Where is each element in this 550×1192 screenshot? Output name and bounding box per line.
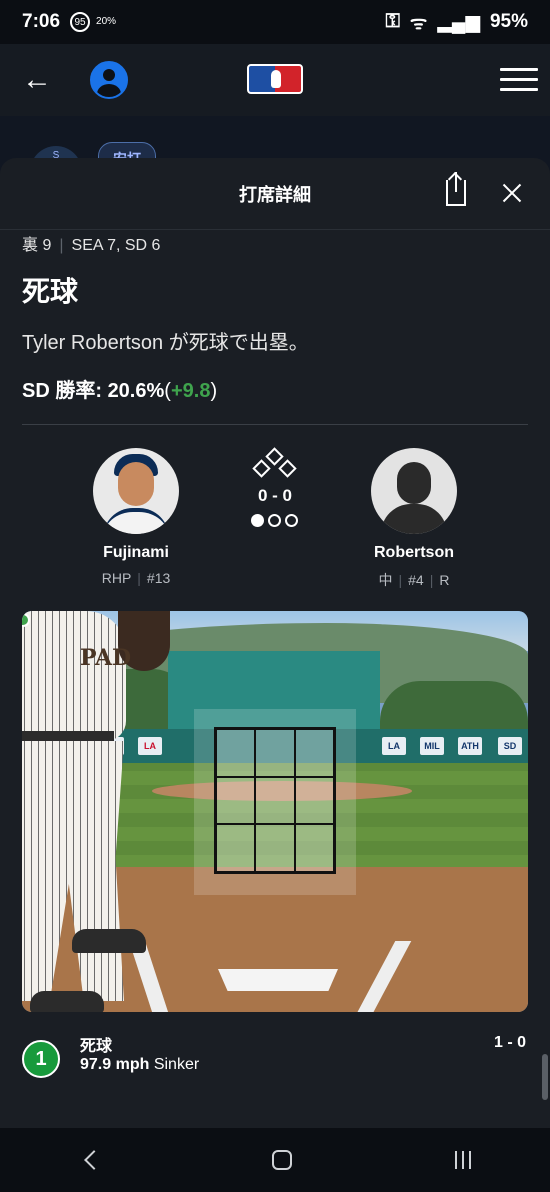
wifi-icon: ᯤ [409,13,428,34]
share-icon[interactable] [446,172,466,206]
pitch-list-item[interactable]: 1 死球 97.9 mph Sinker 1 - 0 [22,1032,528,1082]
divider [22,424,528,425]
wall-ad: SD [498,737,522,755]
nav-home-icon[interactable] [267,1145,297,1175]
win-prob-label: SD 勝率: [22,380,102,402]
app-bar: ← [0,44,550,116]
batter-meta: 中 | #4 | R [378,572,450,588]
pitch-result: 死球 [80,1038,113,1055]
pitch-type: Sinker [153,1056,200,1073]
pitch-count: 1 - 0 [493,1034,526,1051]
status-bar: 7:06 95 20% ⚿ ᯤ ▂▄▆ 95% [0,0,550,44]
menu-icon[interactable] [500,68,538,98]
out-dot [285,514,298,527]
key-icon: ⚿ [385,11,400,32]
nav-recents-icon[interactable] [455,1151,471,1169]
pitcher-name: Fujinami [103,544,169,561]
score-label: SEA 7, SD 6 [71,237,161,254]
battery-text: 95% [489,11,528,32]
out-dot [251,514,264,527]
strike-zone-grid [214,727,336,874]
base-diamond-icon [252,447,298,480]
inning-label: 裏 9 [22,237,52,254]
batter-avatar[interactable] [371,448,457,534]
status-time: 7:06 [22,11,61,32]
play-result: 死球 [22,276,79,307]
out-dot [268,514,281,527]
nav-back-icon[interactable] [79,1145,109,1175]
at-bat-detail-sheet: 打席詳細 裏 9 | SEA 7, SD 6 死球 Tyler Robertson … [0,158,550,1128]
win-probability: SD 勝率: 20.6%(+9.8) [22,380,218,402]
scrollbar[interactable] [542,1054,548,1100]
pitch-visualization[interactable]: KC LA LA MIL ATH SD PAD [22,611,528,1012]
outs-indicator [251,514,298,527]
system-nav-bar [0,1128,550,1192]
win-prob-value: 20.6% [107,380,165,402]
jersey-letters: PAD [80,645,132,671]
wall-ad: LA [382,737,406,755]
sheet-header: 打席詳細 [0,158,550,230]
batter-name: Robertson [374,544,454,561]
mlb-logo[interactable] [247,64,303,94]
back-arrow-icon[interactable]: ← [22,63,52,97]
close-icon[interactable] [502,183,522,203]
signal-icon: ▂▄▆ [437,11,480,33]
pitch-number-badge: 1 [22,1040,60,1078]
account-icon[interactable] [90,61,128,99]
pitcher-avatar[interactable] [93,448,179,534]
play-description: Tyler Robertson が死球で出塁。 [22,332,309,354]
win-prob-delta: +9.8 [170,380,211,402]
status-right: ⚿ ᯤ ▂▄▆ 95% [385,9,528,35]
sheet-title: 打席詳細 [239,184,311,205]
pitch-speed: 97.9 mph [80,1056,150,1073]
pitch-detail: 97.9 mph Sinker [80,1056,199,1074]
inning-score: 裏 9 | SEA 7, SD 6 [22,237,161,254]
weather-indicator: 20% [96,16,117,27]
ball-strike-count: 0 - 0 [257,486,293,505]
wall-ad: ATH [458,737,482,755]
notification-badge-icon: 95 [70,12,91,32]
pitcher-meta: RHP | #13 [101,570,171,586]
home-plate [218,969,338,991]
batter-figure: PAD [22,611,170,1012]
wall-ad: MIL [420,737,444,755]
